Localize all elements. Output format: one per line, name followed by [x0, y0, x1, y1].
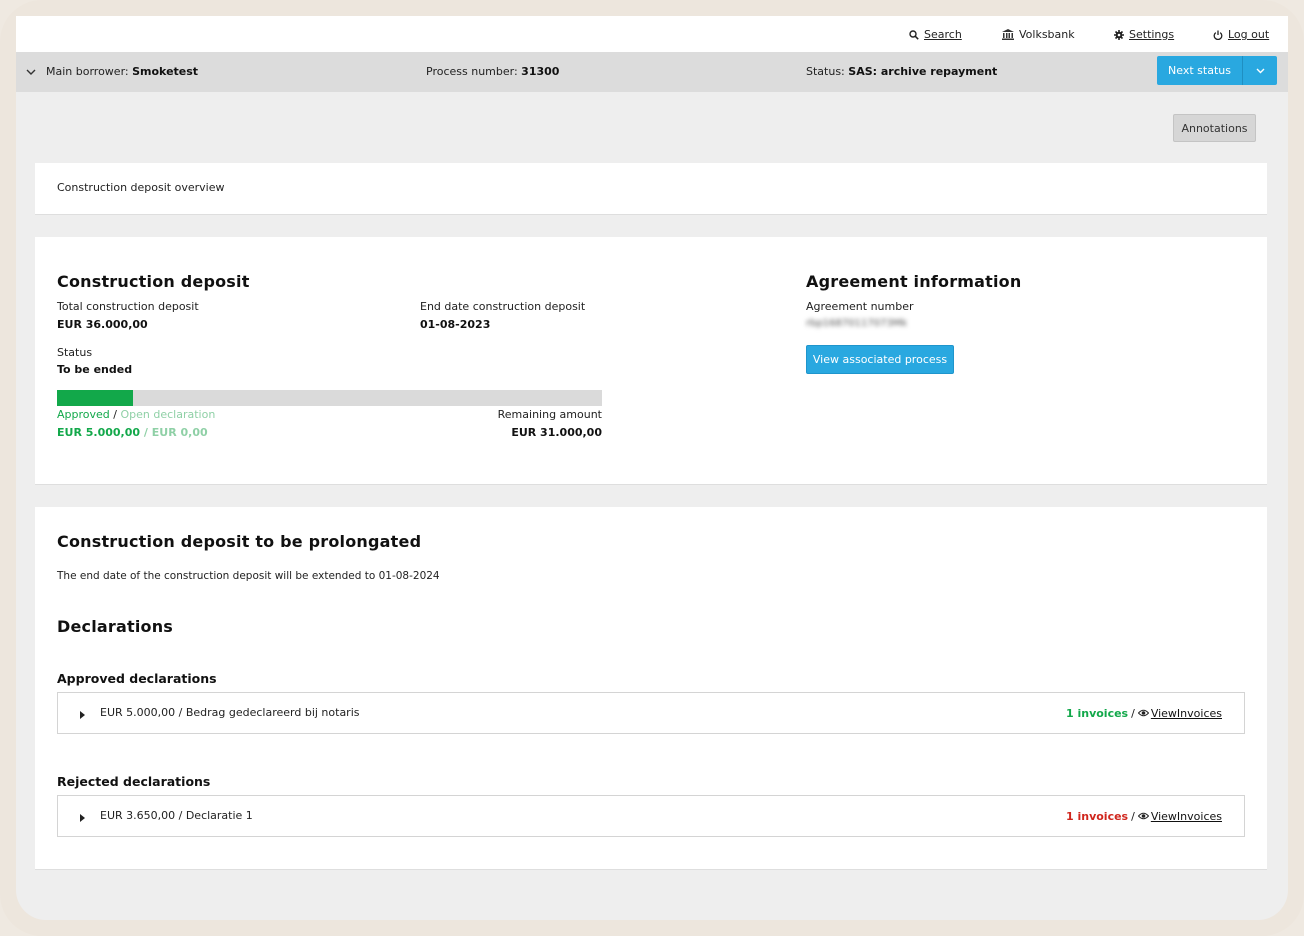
- approved-progress-fill: [57, 390, 133, 406]
- remaining-amount-label: Remaining amount: [497, 408, 602, 421]
- open-value: EUR 0,00: [151, 426, 208, 439]
- next-status-button[interactable]: Next status: [1157, 56, 1243, 85]
- remaining-amount-value: EUR 31.000,00: [511, 426, 602, 439]
- view-invoices-label[interactable]: ViewInvoices: [1151, 810, 1222, 823]
- chevron-down-icon: [1256, 64, 1265, 77]
- bank-link[interactable]: Volksbank: [1002, 28, 1075, 41]
- view-invoices-link[interactable]: ViewInvoices: [1137, 707, 1222, 720]
- chevron-down-icon[interactable]: [26, 66, 36, 79]
- search-label[interactable]: Search: [924, 28, 962, 41]
- agreement-number-value: rbp16870117073Mk: [806, 318, 908, 329]
- main-borrower: Main borrower: Smoketest: [46, 65, 198, 78]
- approved-declarations-heading: Approved declarations: [57, 671, 217, 686]
- deposit-progress-bar: [57, 390, 602, 406]
- values-separator: /: [143, 426, 148, 439]
- search-link[interactable]: Search: [909, 28, 962, 41]
- eye-icon: [1137, 707, 1150, 720]
- settings-label[interactable]: Settings: [1129, 28, 1174, 41]
- process-number: Process number: 31300: [426, 65, 559, 78]
- agreement-number-label: Agreement number: [806, 300, 914, 313]
- view-invoices-link[interactable]: ViewInvoices: [1137, 810, 1222, 823]
- app-screen: Search Volksbank Settings Log out Main b…: [16, 16, 1288, 920]
- invoice-count: 1 invoices: [1065, 707, 1129, 720]
- declaration-invoices: 1 invoices / ViewInvoices: [1066, 810, 1222, 823]
- approved-open-values: EUR 5.000,00 / EUR 0,00: [57, 426, 208, 439]
- view-invoices-label[interactable]: ViewInvoices: [1151, 707, 1222, 720]
- logout-link[interactable]: Log out: [1213, 28, 1269, 41]
- caret-right-icon[interactable]: [80, 812, 85, 825]
- device-frame: Search Volksbank Settings Log out Main b…: [0, 0, 1304, 936]
- declaration-text: EUR 3.650,00 / Declaratie 1: [100, 809, 253, 822]
- prolong-text: The end date of the construction deposit…: [57, 570, 440, 582]
- status-label: Status:: [806, 65, 845, 78]
- borrower-label: Main borrower:: [46, 65, 129, 78]
- deposit-status-value: To be ended: [57, 363, 133, 376]
- approved-declaration-row[interactable]: EUR 5.000,00 / Bedrag gedeclareerd bij n…: [57, 692, 1245, 734]
- process-status: Status: SAS: archive repayment: [806, 65, 997, 78]
- approved-label: Approved: [57, 408, 110, 421]
- next-status-dropdown[interactable]: [1243, 56, 1277, 85]
- next-status-split-button: Next status: [1157, 56, 1277, 85]
- invoice-separator: /: [1131, 707, 1135, 720]
- end-date-value: 01-08-2023: [420, 318, 491, 331]
- deposit-heading: Construction deposit: [57, 272, 250, 291]
- total-deposit-value: EUR 36.000,00: [57, 318, 148, 331]
- gear-icon: [1114, 29, 1124, 40]
- deposit-status-label: Status: [57, 346, 93, 359]
- status-value: SAS: archive repayment: [848, 65, 998, 78]
- rejected-declarations-heading: Rejected declarations: [57, 774, 211, 789]
- borrower-bar: Main borrower: Smoketest Process number:…: [16, 52, 1288, 92]
- invoice-separator: /: [1131, 810, 1135, 823]
- rejected-declaration-row[interactable]: EUR 3.650,00 / Declaratie 1 1 invoices /…: [57, 795, 1245, 837]
- settings-link[interactable]: Settings: [1114, 28, 1174, 41]
- agreement-heading: Agreement information: [806, 272, 1022, 291]
- declarations-heading: Declarations: [57, 617, 174, 636]
- total-deposit-label: Total construction deposit: [57, 300, 199, 313]
- open-declaration-label: Open declaration: [120, 408, 216, 421]
- top-navigation: Search Volksbank Settings Log out: [16, 16, 1288, 52]
- page-title: Construction deposit overview: [57, 181, 225, 194]
- bank-icon: [1002, 29, 1014, 40]
- search-icon: [909, 29, 919, 40]
- logout-label[interactable]: Log out: [1228, 28, 1269, 41]
- declaration-invoices: 1 invoices / ViewInvoices: [1066, 707, 1222, 720]
- eye-icon: [1137, 810, 1150, 823]
- prolong-heading: Construction deposit to be prolongated: [57, 532, 422, 551]
- overview-panel: Construction deposit overview: [35, 163, 1267, 215]
- end-date-label: End date construction deposit: [420, 300, 586, 313]
- declaration-text: EUR 5.000,00 / Bedrag gedeclareerd bij n…: [100, 706, 360, 719]
- bank-label[interactable]: Volksbank: [1019, 28, 1075, 41]
- borrower-value: Smoketest: [132, 65, 199, 78]
- deposit-panel: Construction deposit Total construction …: [35, 237, 1267, 485]
- approved-open-legend: Approved / Open declaration: [57, 408, 215, 421]
- power-icon: [1213, 30, 1223, 40]
- invoice-count: 1 invoices: [1065, 810, 1129, 823]
- process-label: Process number:: [426, 65, 518, 78]
- annotations-button[interactable]: Annotations: [1173, 114, 1256, 142]
- legend-separator: /: [113, 408, 117, 421]
- approved-value: EUR 5.000,00: [57, 426, 141, 439]
- process-value: 31300: [521, 65, 560, 78]
- prolongation-panel: Construction deposit to be prolongated T…: [35, 507, 1267, 870]
- view-associated-process-button[interactable]: View associated process: [806, 345, 954, 374]
- caret-right-icon[interactable]: [80, 709, 85, 722]
